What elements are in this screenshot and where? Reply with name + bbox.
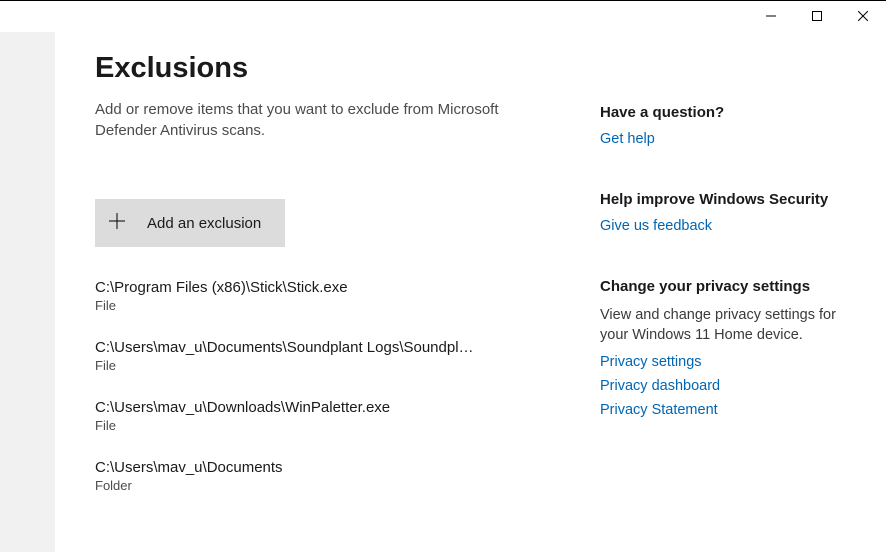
exclusion-item[interactable]: C:\Program Files (x86)\Stick\Stick.exe F… [95,279,475,313]
improve-heading: Help improve Windows Security [600,191,860,208]
question-section: Have a question? Get help [600,104,860,147]
maximize-button[interactable] [794,1,840,31]
exclusion-path: C:\Program Files (x86)\Stick\Stick.exe [95,279,475,296]
add-exclusion-button[interactable]: Add an exclusion [95,199,285,247]
page-description: Add or remove items that you want to exc… [95,99,525,141]
content-area: Exclusions Add or remove items that you … [55,32,886,552]
minimize-button[interactable] [748,1,794,31]
exclusion-type: File [95,298,475,313]
exclusion-path: C:\Users\mav_u\Downloads\WinPaletter.exe [95,399,475,416]
plus-icon [109,213,125,233]
exclusion-type: Folder [95,478,475,493]
minimize-icon [766,11,776,21]
exclusion-item[interactable]: C:\Users\mav_u\Documents\Soundplant Logs… [95,339,475,373]
exclusion-item[interactable]: C:\Users\mav_u\Downloads\WinPaletter.exe… [95,399,475,433]
exclusion-item[interactable]: C:\Users\mav_u\Documents Folder [95,459,475,493]
exclusion-path: C:\Users\mav_u\Documents [95,459,475,476]
privacy-dashboard-link[interactable]: Privacy dashboard [600,378,860,394]
titlebar [0,0,886,32]
right-column: Have a question? Get help Help improve W… [600,52,860,552]
maximize-icon [812,11,822,21]
close-button[interactable] [840,1,886,31]
get-help-link[interactable]: Get help [600,131,860,147]
privacy-heading: Change your privacy settings [600,278,860,295]
main-column: Exclusions Add or remove items that you … [95,52,595,552]
privacy-statement-link[interactable]: Privacy Statement [600,402,860,418]
privacy-description: View and change privacy settings for you… [600,305,860,346]
add-exclusion-label: Add an exclusion [147,215,261,232]
exclusion-path: C:\Users\mav_u\Documents\Soundplant Logs… [95,339,475,356]
question-heading: Have a question? [600,104,860,121]
privacy-settings-link[interactable]: Privacy settings [600,354,860,370]
improve-section: Help improve Windows Security Give us fe… [600,191,860,234]
feedback-link[interactable]: Give us feedback [600,218,860,234]
exclusion-type: File [95,418,475,433]
close-icon [858,11,868,21]
nav-sidebar [0,32,55,552]
page-title: Exclusions [95,52,595,85]
privacy-section: Change your privacy settings View and ch… [600,278,860,418]
exclusion-type: File [95,358,475,373]
